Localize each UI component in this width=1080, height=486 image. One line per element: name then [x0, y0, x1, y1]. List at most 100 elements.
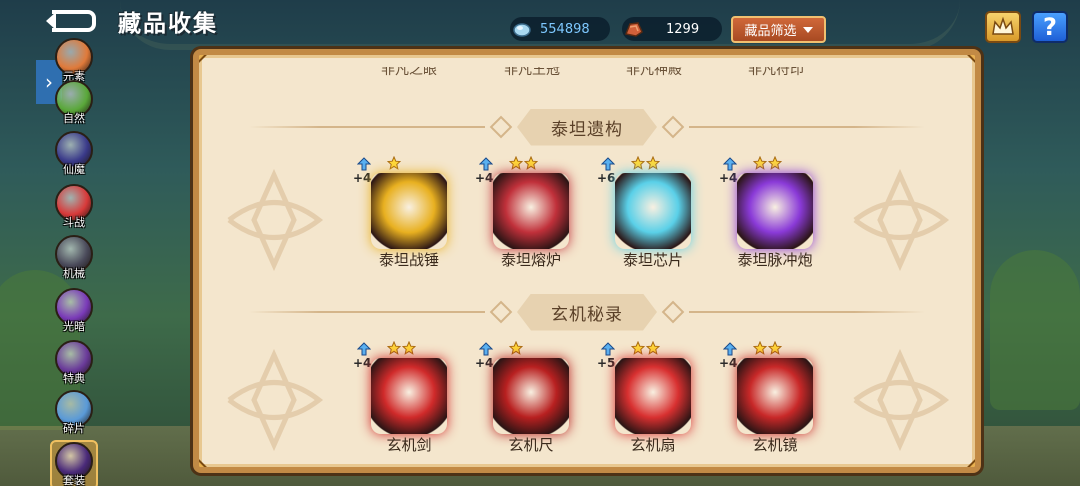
star-rating [631, 341, 660, 355]
star-icon [631, 156, 645, 170]
item-name: 泰坦脉冲炮 [737, 251, 813, 269]
ornament-icon [227, 348, 324, 452]
sidebar-item[interactable]: 仙魔 [50, 131, 98, 181]
item-name: 非凡符印 [748, 62, 804, 78]
collection-item[interactable]: +4 泰坦熔炉 [475, 156, 581, 275]
item-level: +6 [597, 171, 616, 185]
background-tree [990, 250, 1080, 410]
item-name: 泰坦熔炉 [500, 251, 561, 269]
back-arrow-icon [46, 10, 96, 32]
star-icon [387, 341, 401, 355]
mystic-mirror-icon [737, 358, 813, 434]
divider [249, 126, 485, 128]
star-rating [753, 341, 782, 355]
star-icon [753, 156, 767, 170]
item-name: 玄机剑 [386, 436, 432, 454]
sidebar-item[interactable]: 碎片 [50, 390, 98, 440]
item-level: +4 [719, 171, 738, 185]
diamond-icon [489, 115, 513, 139]
divider [249, 311, 485, 313]
sidebar-item-label: 特典 [63, 372, 85, 385]
star-rating [631, 156, 660, 170]
item-level: +4 [353, 356, 372, 370]
sidebar-item-label: 光暗 [63, 320, 85, 333]
star-icon [402, 341, 416, 355]
crown-button[interactable] [985, 11, 1021, 43]
sidebar-item[interactable]: 套装 [50, 440, 98, 486]
item-name: 非凡王冠 [504, 62, 560, 78]
sidebar-item[interactable]: 自然 [50, 80, 98, 130]
star-rating [509, 341, 523, 355]
sidebar-item-label: 自然 [63, 112, 85, 125]
upgrade-arrow-icon [601, 342, 615, 356]
item-name: 玄机镜 [752, 436, 798, 454]
star-rating [753, 156, 782, 170]
sidebar-item[interactable]: 特典 [50, 340, 98, 390]
collection-panel: 非凡之眼 非凡王冠 非凡神殿 非凡符印 泰坦遗构 +4 泰坦战锤 +4 泰坦熔炉 +6 泰… [193, 49, 981, 473]
scrolled-item-labels: 非凡之眼 非凡王冠 非凡神殿 非凡符印 [199, 62, 975, 81]
chevron-down-icon [802, 26, 813, 33]
titan-chip-icon [615, 173, 691, 249]
sidebar-item-label: 碎片 [63, 422, 85, 435]
collection-item[interactable]: +4 泰坦脉冲炮 [719, 156, 825, 275]
item-level: +4 [353, 171, 372, 185]
back-button[interactable] [44, 8, 96, 34]
panel-corner [199, 55, 208, 64]
upgrade-arrow-icon [357, 342, 371, 356]
star-icon [646, 156, 660, 170]
titan-hammer-icon [371, 173, 447, 249]
section-header: 泰坦遗构 [249, 107, 925, 147]
sidebar-item[interactable]: 光暗 [50, 288, 98, 338]
star-icon [387, 156, 401, 170]
star-rating [387, 341, 416, 355]
collection-item[interactable]: +4 玄机镜 [719, 341, 825, 460]
item-name: 非凡之眼 [381, 62, 437, 78]
item-name: 玄机尺 [508, 436, 554, 454]
mystic-fan-icon [615, 358, 691, 434]
item-name: 非凡神殿 [626, 62, 682, 78]
ore-icon [624, 22, 643, 37]
page-title: 藏品收集 [118, 11, 218, 37]
ornament-icon [853, 168, 950, 272]
mystic-sword-icon [371, 358, 447, 434]
star-icon [753, 341, 767, 355]
help-button[interactable]: ? [1032, 11, 1068, 43]
mystic-ruler-icon [493, 358, 569, 434]
ornament-icon [227, 168, 324, 272]
collection-item[interactable]: +4 泰坦战锤 [353, 156, 459, 275]
star-icon [768, 156, 782, 170]
ore-currency: 1299 [622, 17, 722, 41]
item-level: +5 [597, 356, 616, 370]
sidebar-item-label: 套装 [63, 474, 85, 486]
crown-icon [992, 16, 1014, 35]
upgrade-arrow-icon [723, 342, 737, 356]
sidebar-item-label: 斗战 [63, 216, 85, 229]
panel-corner [199, 458, 208, 467]
collection-item[interactable]: +5 玄机扇 [597, 341, 703, 460]
sidebar-item[interactable]: 机械 [50, 235, 98, 285]
star-icon [509, 341, 523, 355]
diamond-icon [489, 300, 513, 324]
sidebar-item[interactable]: 斗战 [50, 184, 98, 234]
ornament-icon [853, 348, 950, 452]
collection-item[interactable]: +6 泰坦芯片 [597, 156, 703, 275]
item-name: 泰坦芯片 [622, 251, 683, 269]
section-title: 玄机秘录 [517, 294, 657, 331]
star-icon [768, 341, 782, 355]
star-icon [524, 156, 538, 170]
star-icon [631, 341, 645, 355]
sidebar-item-label: 机械 [63, 267, 85, 280]
gem-icon [513, 23, 531, 37]
divider [689, 311, 925, 313]
item-name: 玄机扇 [630, 436, 676, 454]
item-level: +4 [475, 171, 494, 185]
titan-furnace-icon [493, 173, 569, 249]
star-icon [646, 341, 660, 355]
collection-filter-button[interactable]: 藏品筛选 [731, 16, 826, 43]
star-rating [509, 156, 538, 170]
collection-item[interactable]: +4 玄机剑 [353, 341, 459, 460]
upgrade-arrow-icon [479, 157, 493, 171]
collection-item[interactable]: +4 玄机尺 [475, 341, 581, 460]
upgrade-arrow-icon [601, 157, 615, 171]
filter-label: 藏品筛选 [744, 24, 797, 39]
